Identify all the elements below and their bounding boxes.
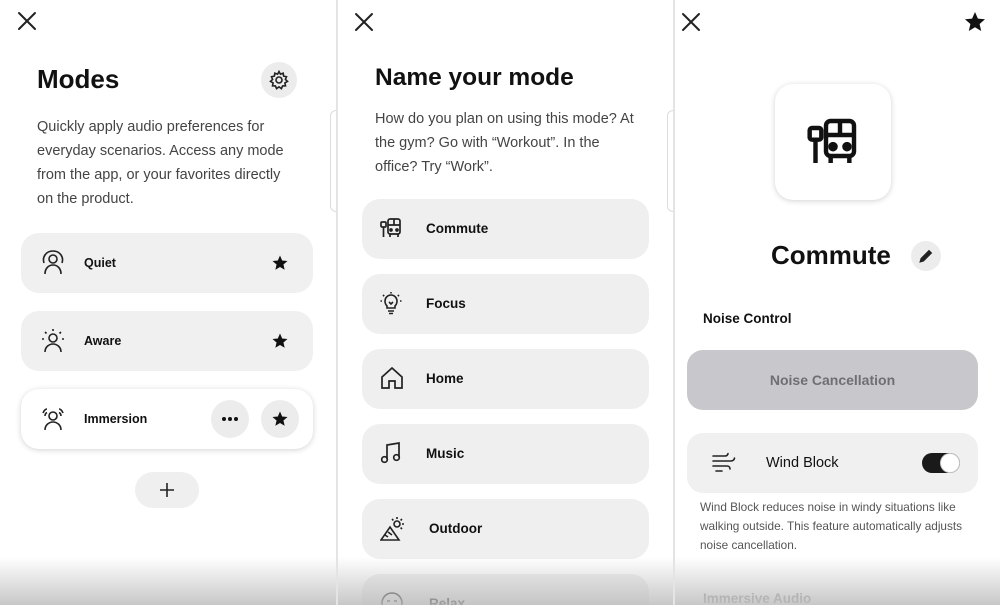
bottom-fade xyxy=(0,557,336,605)
mode-option-label: Focus xyxy=(426,296,466,311)
name-mode-panel: Name your mode How do you plan on using … xyxy=(338,0,673,605)
mountain-sun-icon xyxy=(380,516,406,542)
lightbulb-icon xyxy=(380,291,402,315)
face-icon xyxy=(380,591,404,605)
wind-block-label: Wind Block xyxy=(766,455,839,471)
mode-option-music[interactable]: Music xyxy=(362,424,649,484)
noise-cancellation-button[interactable]: Noise Cancellation xyxy=(687,350,978,410)
close-icon[interactable] xyxy=(16,10,38,32)
wind-block-row: Wind Block xyxy=(687,433,978,493)
ellipsis-icon xyxy=(222,417,238,421)
mode-card-immersion[interactable]: Immersion xyxy=(21,389,313,449)
quiet-mode-icon xyxy=(41,250,65,276)
add-mode-button[interactable] xyxy=(135,472,199,508)
star-icon xyxy=(272,411,288,426)
edit-name-button[interactable] xyxy=(911,241,941,271)
star-icon xyxy=(272,255,288,270)
mode-label: Immersion xyxy=(84,412,148,426)
wind-block-toggle[interactable] xyxy=(922,453,960,473)
modes-description: Quickly apply audio preferences for ever… xyxy=(37,119,284,207)
bus-icon xyxy=(806,114,860,170)
modes-panel: Modes Quickly apply audio preferences fo… xyxy=(0,0,336,605)
bus-icon xyxy=(380,216,402,240)
plus-icon xyxy=(160,483,174,497)
favorite-star-icon[interactable] xyxy=(963,10,987,34)
mode-name: Commute xyxy=(771,240,891,270)
mode-icon-tile[interactable] xyxy=(775,84,891,200)
settings-button[interactable] xyxy=(261,62,297,98)
mode-card-quiet[interactable]: Quiet xyxy=(21,233,313,293)
favorite-button[interactable] xyxy=(261,322,299,360)
mode-option-label: Outdoor xyxy=(429,521,483,536)
music-note-icon xyxy=(380,441,402,465)
favorite-button[interactable] xyxy=(261,244,299,282)
immersion-mode-icon xyxy=(41,406,65,432)
aware-mode-icon xyxy=(41,328,65,354)
page-title: Modes xyxy=(37,64,120,94)
favorite-button[interactable] xyxy=(261,400,299,438)
star-icon xyxy=(272,333,288,348)
close-icon[interactable] xyxy=(680,11,702,33)
name-description: How do you plan on using this mode? At t… xyxy=(375,111,634,175)
wind-icon xyxy=(711,451,737,473)
mode-option-focus[interactable]: Focus xyxy=(362,274,649,334)
mode-option-commute[interactable]: Commute xyxy=(362,199,649,259)
mode-option-outdoor[interactable]: Outdoor xyxy=(362,499,649,559)
mode-option-home[interactable]: Home xyxy=(362,349,649,409)
mode-detail-panel: Commute Noise Control Noise Cancellation… xyxy=(675,0,1000,605)
mode-option-label: Music xyxy=(426,446,465,461)
home-icon xyxy=(380,366,404,390)
mode-label: Quiet xyxy=(84,256,116,270)
wind-block-help: Wind Block reduces noise in windy situat… xyxy=(700,500,963,552)
toggle-knob xyxy=(941,454,959,472)
mode-option-relax[interactable]: Relax xyxy=(362,574,649,605)
mode-option-label: Home xyxy=(426,371,464,386)
page-title: Name your mode xyxy=(375,64,574,91)
pencil-icon xyxy=(919,249,933,263)
mode-option-label: Commute xyxy=(426,221,489,236)
close-icon[interactable] xyxy=(353,11,375,33)
noise-control-heading: Noise Control xyxy=(703,311,792,326)
immersive-audio-heading: Immersive Audio xyxy=(703,591,812,605)
mode-option-label: Relax xyxy=(429,596,466,605)
gear-icon xyxy=(269,70,289,90)
mode-label: Aware xyxy=(84,334,122,348)
more-options-button[interactable] xyxy=(211,400,249,438)
mode-card-aware[interactable]: Aware xyxy=(21,311,313,371)
